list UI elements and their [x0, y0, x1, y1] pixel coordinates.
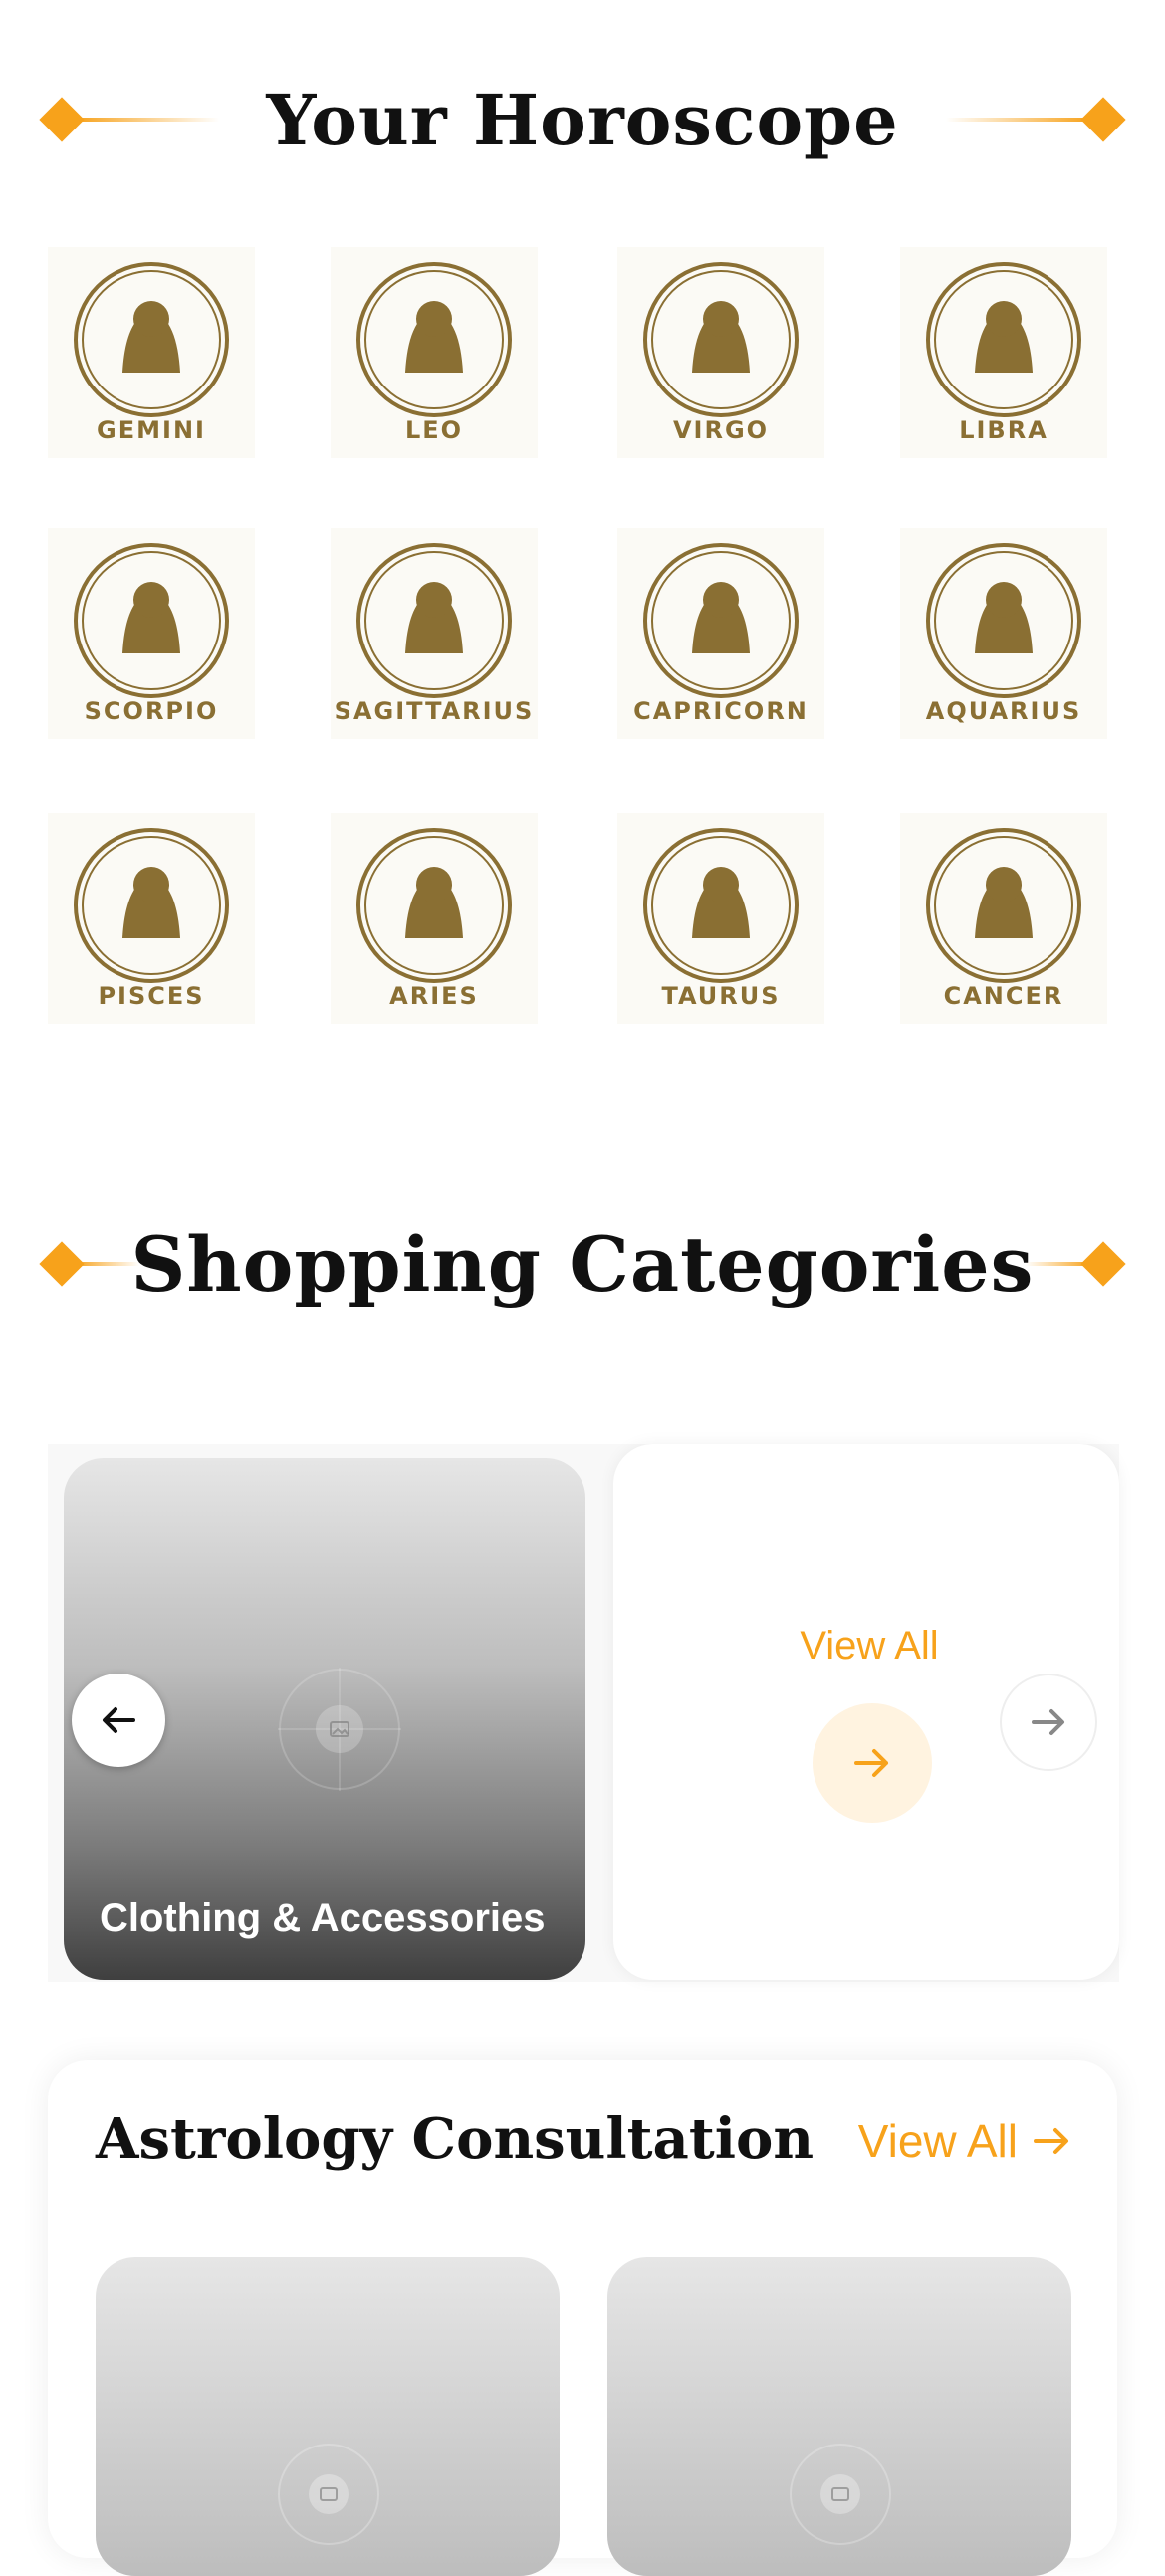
scorpio-icon	[74, 543, 229, 698]
consultation-title: Astrology Consultation	[96, 2106, 815, 2172]
zodiac-label: AQUARIUS	[925, 697, 1082, 725]
zodiac-label: LIBRA	[959, 416, 1048, 444]
zodiac-sagittarius[interactable]: SAGITTARIUS	[331, 528, 538, 739]
taurus-icon	[643, 828, 799, 983]
shopping-carousel[interactable]: Clothing & Accessories View All	[48, 1444, 1119, 1982]
zodiac-aries[interactable]: ARIES	[331, 813, 538, 1024]
zodiac-label: GEMINI	[97, 416, 206, 444]
zodiac-capricorn[interactable]: CAPRICORN	[617, 528, 824, 739]
aquarius-icon	[926, 543, 1081, 698]
image-placeholder-icon	[278, 1668, 401, 1795]
arrow-right-icon	[1032, 1709, 1064, 1735]
sagittarius-icon	[356, 543, 512, 698]
capricorn-icon	[643, 543, 799, 698]
shopping-title: Shopping Categories	[130, 1219, 1035, 1309]
carousel-prev-button[interactable]	[72, 1674, 165, 1767]
consultation-card[interactable]	[607, 2257, 1071, 2576]
libra-icon	[926, 262, 1081, 417]
zodiac-label: CAPRICORN	[633, 697, 809, 725]
zodiac-label: SAGITTARIUS	[334, 697, 535, 725]
cancer-icon	[926, 828, 1081, 983]
zodiac-cancer[interactable]: CANCER	[900, 813, 1107, 1024]
heading-decoration-right	[1026, 1241, 1126, 1287]
zodiac-aquarius[interactable]: AQUARIUS	[900, 528, 1107, 739]
shopping-heading: Shopping Categories	[0, 1209, 1165, 1319]
horoscope-title: Your Horoscope	[266, 78, 899, 161]
gemini-icon	[74, 262, 229, 417]
zodiac-leo[interactable]: LEO	[331, 247, 538, 458]
image-placeholder-icon	[277, 2443, 380, 2550]
arrow-right-icon	[854, 1749, 888, 1777]
astrology-consultation-section: Astrology Consultation View All	[48, 2060, 1117, 2576]
zodiac-label: TAURUS	[661, 982, 781, 1010]
zodiac-grid: GEMINI LEO VIRGO LIBRA SCORPIO SAGITTARIUS CAP…	[48, 247, 1119, 1034]
zodiac-label: LEO	[404, 416, 464, 444]
heading-decoration-right	[946, 97, 1126, 142]
zodiac-label: SCORPIO	[84, 697, 219, 725]
zodiac-label: PISCES	[98, 982, 205, 1010]
zodiac-scorpio[interactable]: SCORPIO	[48, 528, 255, 739]
zodiac-gemini[interactable]: GEMINI	[48, 247, 255, 458]
zodiac-taurus[interactable]: TAURUS	[617, 813, 824, 1024]
aries-icon	[356, 828, 512, 983]
category-title: Clothing & Accessories	[100, 1896, 546, 1939]
arrow-right-icon	[1034, 2128, 1068, 2154]
zodiac-label: ARIES	[389, 982, 479, 1010]
carousel-next-button[interactable]	[1000, 1674, 1097, 1771]
view-all-arrow-button[interactable]	[813, 1703, 932, 1823]
virgo-icon	[643, 262, 799, 417]
heading-decoration-left	[39, 97, 219, 142]
zodiac-label: VIRGO	[672, 416, 770, 444]
view-all-label: View All	[857, 2115, 1018, 2167]
horoscope-heading: Your Horoscope	[0, 70, 1165, 169]
consultation-view-all-link[interactable]: View All	[858, 2114, 1071, 2168]
consultation-card[interactable]	[96, 2257, 560, 2576]
zodiac-pisces[interactable]: PISCES	[48, 813, 255, 1024]
zodiac-libra[interactable]: LIBRA	[900, 247, 1107, 458]
heading-decoration-left	[39, 1241, 139, 1287]
image-placeholder-icon	[789, 2443, 892, 2550]
leo-icon	[356, 262, 512, 417]
arrow-left-icon	[103, 1707, 135, 1733]
pisces-icon	[74, 828, 229, 983]
view-all-label: View All	[800, 1624, 939, 1668]
zodiac-label: CANCER	[943, 982, 1064, 1010]
zodiac-virgo[interactable]: VIRGO	[617, 247, 824, 458]
